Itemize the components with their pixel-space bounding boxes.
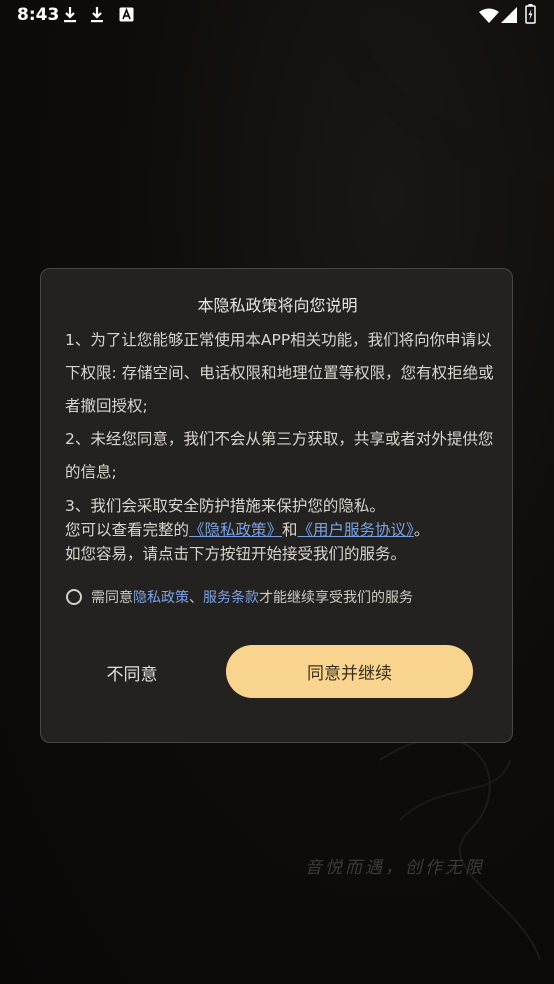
agree-suffix: 才能继续享受我们的服务: [259, 590, 413, 606]
dialog-body: 1、为了让您能够正常使用本APP相关功能，我们将向你申请以下权限: 存储空间、电…: [65, 324, 495, 566]
dialog-title: 本隐私政策将向您说明: [197, 296, 358, 315]
download-icon: [91, 7, 103, 23]
and-text: 和: [282, 521, 298, 539]
status-bar: 8:43: [0, 0, 554, 32]
disagree-button[interactable]: 不同意: [67, 645, 197, 699]
status-time: 8:43: [17, 5, 60, 25]
paragraph-third-party: 2、未经您同意，我们不会从第三方获取，共享或者对外提供您的信息;: [65, 430, 494, 481]
agree-terms-row[interactable]: 需同意 隐私政策、服务条款 才能继续享受我们的服务: [66, 587, 413, 607]
period-text: 。: [413, 521, 430, 539]
background-slogan: 音悦而遇，创作无限: [305, 858, 485, 878]
view-full-text: 您可以查看完整的: [65, 521, 190, 539]
a-box-icon: [119, 7, 134, 22]
agree-radio-button[interactable]: [66, 589, 82, 605]
privacy-dialog: 本隐私政策将向您说明 1、为了让您能够正常使用本APP相关功能，我们将向你申请以…: [40, 268, 513, 743]
signal-icon: [501, 7, 517, 23]
privacy-policy-link[interactable]: 《隐私政策》: [189, 521, 282, 539]
terms-of-service-link[interactable]: 服务条款: [203, 587, 259, 607]
wifi-icon: [479, 8, 499, 23]
agree-prefix: 需同意: [91, 590, 133, 606]
battery-charging-icon: [525, 4, 536, 24]
security-line-1: 3、我们会采取安全防护措施来保护您的隐私。: [65, 497, 385, 515]
user-agreement-link[interactable]: 《用户服务协议》: [298, 521, 414, 539]
paragraph-permissions: 1、为了让您能够正常使用本APP相关功能，我们将向你申请以下权限: 存储空间、电…: [65, 331, 494, 415]
agree-separator: 、: [189, 590, 203, 606]
agree-continue-button[interactable]: 同意并继续: [226, 645, 473, 698]
paragraph-security: 3、我们会采取安全防护措施来保护您的隐私。 您可以查看完整的《隐私政策》和《用户…: [65, 490, 495, 566]
download-icon: [64, 7, 76, 23]
accept-instruction: 如您容易，请点击下方按钮开始接受我们的服务。: [65, 545, 407, 563]
privacy-policy-short-link[interactable]: 隐私政策: [133, 587, 189, 607]
